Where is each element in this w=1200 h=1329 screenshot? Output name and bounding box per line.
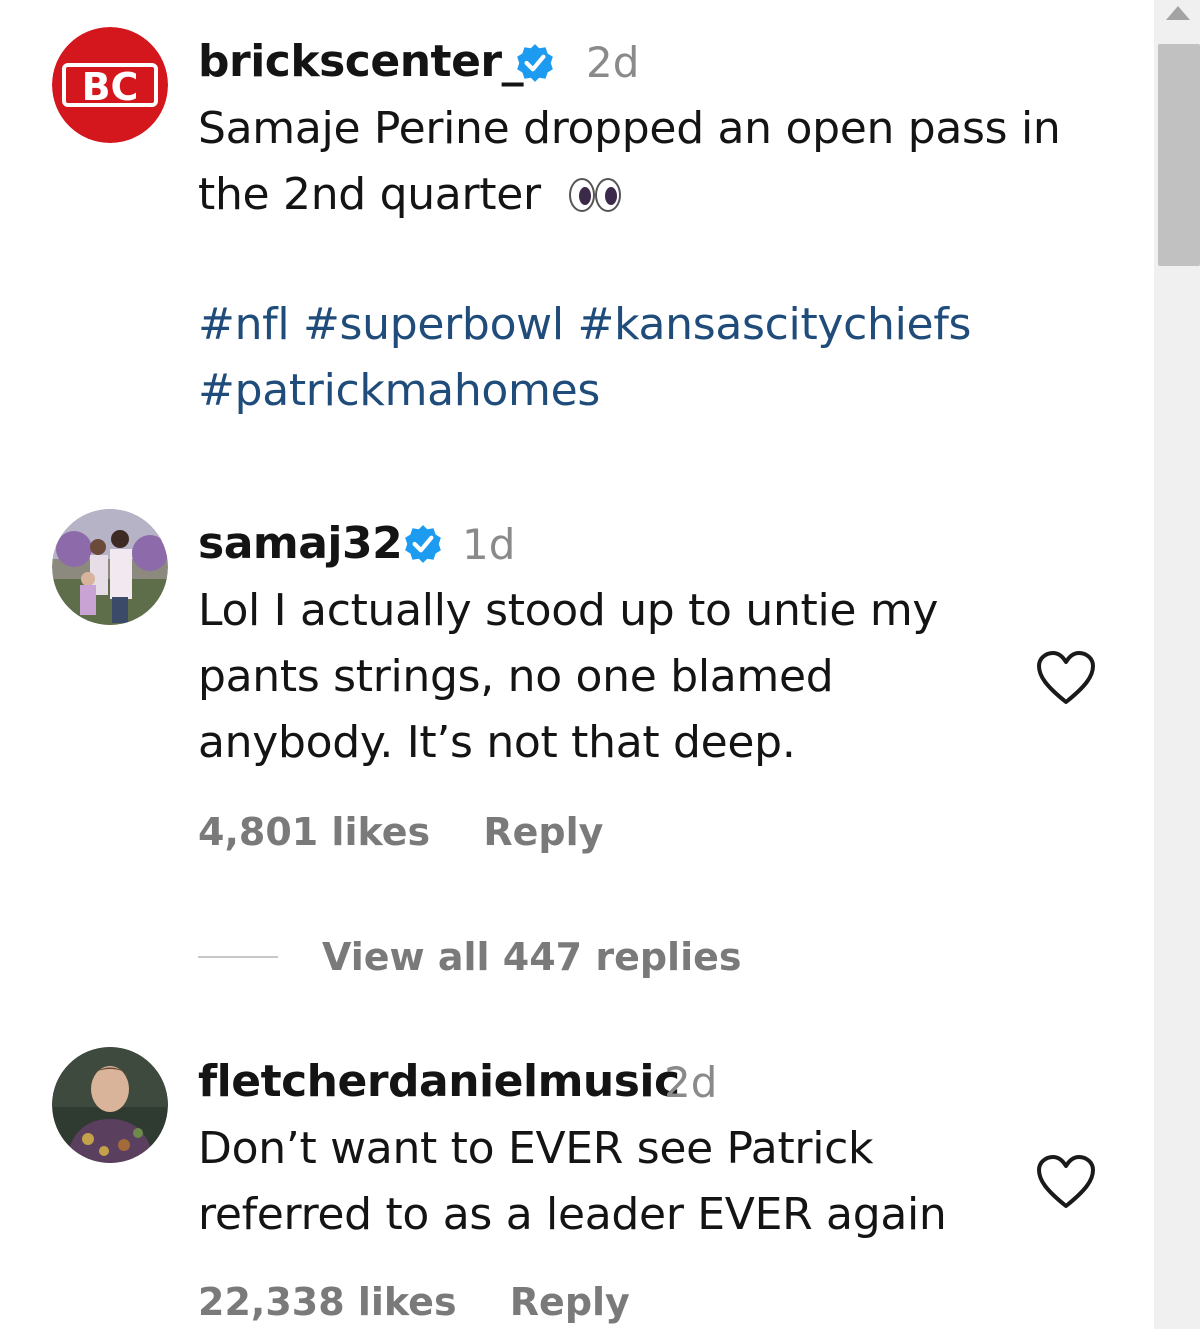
comment-line: Lol I actually stood up to untie my [198,585,939,636]
comment-line: Samaje Perine dropped an open pass in [198,103,1061,154]
comment-meta: 22,338 likes Reply [198,1280,630,1324]
comment-line: pants strings, no one blamed [198,651,834,702]
scrollbar[interactable] [1154,0,1200,1329]
comment-line-with-emoji: the 2nd quarter [198,162,1060,228]
divider [198,956,278,958]
hashtags: #nfl #superbowl #kansascitychiefs #patri… [198,292,971,424]
comment-line: Don’t want to EVER see Patrick [198,1123,874,1174]
avatar-brickscenter[interactable]: BC [52,27,168,143]
reply-button[interactable]: Reply [483,810,603,854]
likes-count[interactable]: 4,801 likes [198,810,430,854]
verified-badge-icon [517,44,553,82]
comment-text: Don’t want to EVER see Patrick referred … [198,1116,947,1248]
comment-time: 2d [586,38,640,87]
comment-text: Samaje Perine dropped an open pass in th… [198,96,1061,228]
view-replies: View all 447 replies [198,932,742,982]
svg-text:BC: BC [82,65,139,109]
username[interactable]: brickscenter_ [198,36,524,87]
eyes-emoji [569,178,622,212]
likes-count[interactable]: 22,338 likes [198,1280,457,1324]
comment-time: 1d [462,520,516,569]
scroll-up-arrow-icon[interactable] [1166,6,1190,20]
heart-icon[interactable] [1036,650,1096,706]
avatar-fletcherdanielmusic[interactable] [52,1047,168,1163]
scroll-thumb[interactable] [1158,44,1200,266]
heart-icon[interactable] [1036,1154,1096,1210]
avatar-samaj32[interactable] [52,509,168,625]
verified-badge-icon [405,525,441,563]
reply-button[interactable]: Reply [510,1280,630,1324]
hashtag-link[interactable]: #kansascitychiefs [578,299,972,350]
username[interactable]: samaj32 [198,518,403,569]
username[interactable]: fletcherdanielmusic [198,1056,680,1107]
hashtag-link[interactable]: #patrickmahomes [198,365,600,416]
comment-time: 2d [664,1058,718,1107]
comment-line: anybody. It’s not that deep. [198,717,796,768]
hashtag-link[interactable]: #superbowl [303,299,564,350]
comment-line: the 2nd quarter [198,169,541,220]
comment-line: referred to as a leader EVER again [198,1189,947,1240]
comment-text: Lol I actually stood up to untie my pant… [198,578,938,776]
hashtag-link[interactable]: #nfl [198,299,290,350]
view-replies-button[interactable]: View all 447 replies [322,935,742,979]
comment-meta: 4,801 likes Reply [198,810,603,854]
